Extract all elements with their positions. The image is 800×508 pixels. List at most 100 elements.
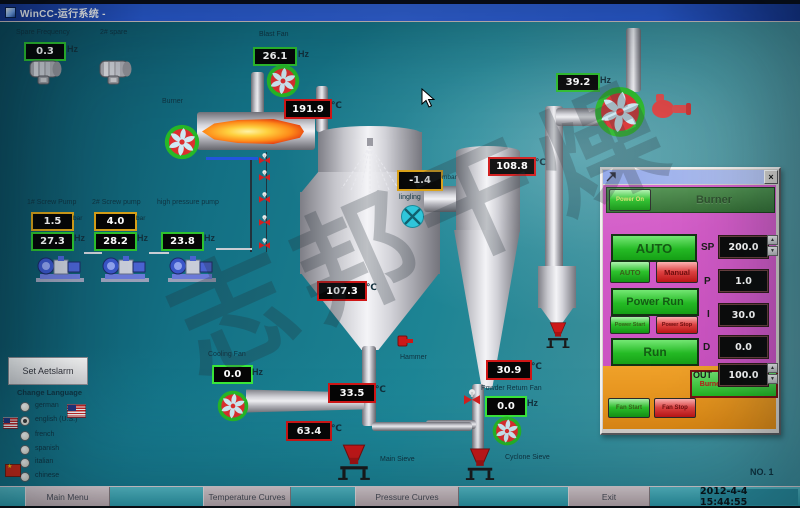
sp-label: SP: [701, 242, 714, 253]
auto-button[interactable]: AUTO: [610, 261, 650, 283]
burner-panel-titlebar: [603, 170, 774, 184]
language-option-spanish[interactable]: spanish: [35, 445, 59, 452]
powder-return-fan-icon: [492, 416, 522, 446]
cooling-fan-freq: 0.0: [212, 365, 253, 384]
red-pump-icon: [650, 92, 694, 122]
spare-frequency-label: Spare Frequency: [16, 29, 70, 36]
burner-panel-body: Power On Burner AUTO SP 200.0 ▲▼ AUTO Ma…: [603, 185, 776, 366]
main-sieve-icon: [336, 443, 372, 481]
tower-pressure-unit: mbar: [442, 174, 457, 181]
pump3-freq-unit: Hz: [204, 233, 215, 243]
pump2-freq-unit: Hz: [137, 233, 148, 243]
radio-german[interactable]: [20, 402, 30, 412]
power-on-button[interactable]: Power On: [609, 189, 651, 211]
run-display: Run: [611, 338, 699, 366]
valve-icon: [258, 153, 271, 164]
temperature-curves-button[interactable]: Temperature Curves: [203, 487, 291, 507]
close-icon[interactable]: ×: [764, 170, 778, 184]
burner-panel-title: Burner: [655, 194, 773, 206]
mode-display: AUTO: [611, 234, 697, 262]
language-option-french[interactable]: french: [35, 431, 54, 438]
powder-return-fan-label: Powder Return Fan: [481, 385, 542, 392]
scada-screen: WinCC-运行系统 -: [0, 0, 800, 508]
pump2-freq: 28.2: [94, 232, 137, 251]
cyclone-inlet-temp: 108.8: [488, 157, 536, 176]
change-language-title: Change Language: [17, 388, 82, 397]
out-value[interactable]: 100.0: [719, 364, 768, 386]
exhaust-stack: [626, 28, 641, 92]
cyclone-temp-unit: ℃: [531, 361, 542, 372]
spare-frequency-unit: Hz: [67, 44, 78, 54]
discharge-temp: 63.4: [286, 421, 332, 441]
high-pressure-pump-icon: [166, 253, 218, 283]
language-option-chinese[interactable]: chinese: [35, 472, 59, 479]
discharge-valve-icon: [460, 389, 484, 405]
pump1-label: 1# Screw Pump: [27, 199, 76, 206]
exhaust-fan-icon: [594, 86, 646, 138]
screw-pump-icon: [34, 253, 86, 283]
pump-discharge-line: [216, 248, 252, 250]
fines-sieve-icon: [545, 320, 571, 350]
pump3-freq: 23.8: [161, 232, 204, 251]
window-title: WinCC-运行系统 -: [20, 5, 106, 20]
exhaust-downcomer: [545, 106, 563, 271]
valve-icon: [258, 215, 271, 226]
out-spinner[interactable]: ▲▼: [767, 363, 778, 385]
mouse-cursor: [421, 88, 435, 108]
main-sieve-label: Main Sieve: [380, 456, 415, 463]
lingling-icon: [401, 205, 424, 228]
cyclone-temp: 30.9: [486, 360, 532, 380]
p-value[interactable]: 1.0: [719, 270, 768, 292]
cooling-fan-freq-unit: Hz: [252, 367, 263, 377]
blast-fan-temp: 191.9: [284, 99, 332, 119]
pump2-pressure: 4.0: [94, 212, 137, 231]
radio-italian[interactable]: [20, 458, 30, 468]
power-run-display: Power Run: [611, 288, 699, 316]
exit-button[interactable]: Exit: [568, 487, 650, 507]
radio-spanish[interactable]: [20, 445, 30, 455]
pump1-pressure-unit: bar: [73, 215, 82, 222]
power-stop-button[interactable]: Power Stop: [656, 316, 698, 334]
wincc-app-icon: [5, 7, 16, 18]
motor-icon: [28, 58, 64, 86]
valve-icon: [258, 192, 271, 203]
valve-icon: [258, 238, 271, 249]
exhaust-fan-freq-unit: Hz: [600, 75, 611, 85]
radio-english[interactable]: [20, 416, 30, 426]
set-alarm-button[interactable]: Set Aetslarm: [8, 357, 88, 385]
discharge-temp-unit: ℃: [331, 423, 342, 434]
radio-french[interactable]: [20, 431, 30, 441]
sp-value[interactable]: 200.0: [719, 236, 768, 258]
motor-icon: [98, 58, 134, 86]
powder-return-fan-freq-unit: Hz: [527, 398, 538, 408]
manual-button[interactable]: Manual: [656, 261, 698, 283]
blast-fan-freq-unit: Hz: [298, 49, 309, 59]
d-value[interactable]: 0.0: [719, 336, 768, 358]
datetime-display: 2012-4-4 15:44:55: [700, 489, 798, 505]
pump3-label: high pressure pump: [157, 199, 219, 206]
blast-fan-temp-unit: ℃: [331, 100, 342, 111]
power-start-button[interactable]: Power Start: [610, 316, 650, 334]
pressure-curves-button[interactable]: Pressure Curves: [355, 487, 459, 507]
unit-number: NO. 1: [750, 467, 774, 477]
sp-spinner[interactable]: ▲▼: [767, 235, 778, 257]
spinner-down-icon: ▼: [767, 246, 778, 256]
fan-start-button[interactable]: Fan Start: [608, 398, 650, 418]
tower-outlet-temp: 107.3: [317, 281, 367, 301]
i-label: I: [707, 309, 710, 320]
language-option-german[interactable]: german: [35, 402, 59, 409]
pump2-label: 2# Screw pump: [92, 199, 141, 206]
pump1-pressure: 1.5: [31, 212, 74, 231]
i-value[interactable]: 30.0: [719, 304, 768, 326]
hammer-label: Hammer: [400, 354, 427, 361]
main-menu-button[interactable]: Main Menu: [25, 487, 110, 507]
language-option-italian[interactable]: italian: [35, 458, 53, 465]
spray-nozzle-icon: [338, 138, 402, 196]
fan-stop-button[interactable]: Fan Stop: [654, 398, 696, 418]
out-label: OUT: [693, 370, 712, 380]
blast-fan-label: Blast Fan: [259, 31, 289, 38]
burner-fan-icon: [164, 124, 200, 160]
pump2-pressure-unit: bar: [136, 215, 145, 222]
radio-chinese[interactable]: [20, 472, 30, 482]
us-flag-icon: [67, 404, 86, 418]
